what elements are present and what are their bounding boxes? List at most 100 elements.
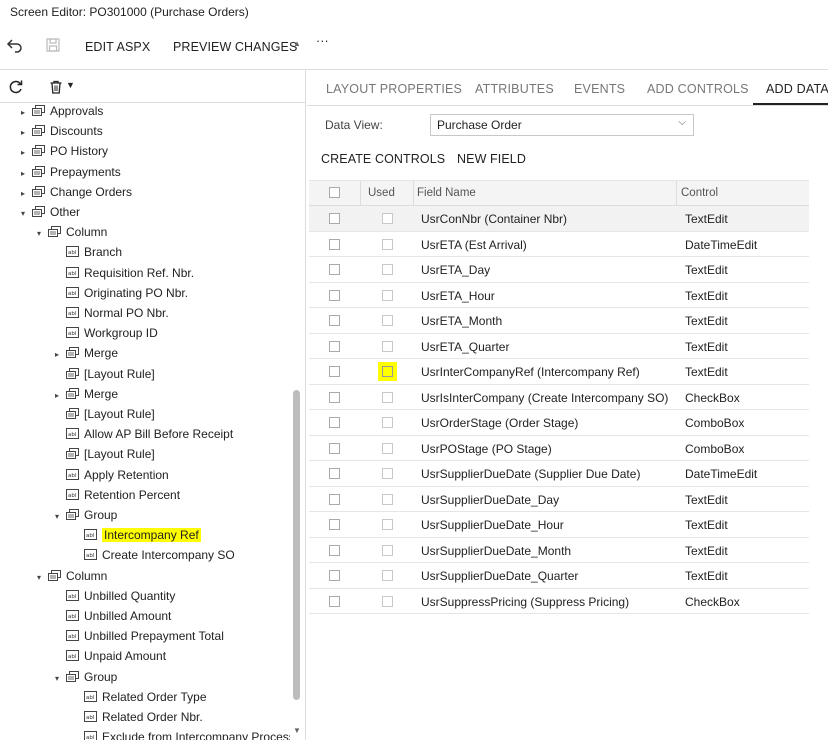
scroll-down-arrow-icon[interactable]: ▼ — [293, 726, 301, 735]
tab-events[interactable]: EVENTS — [574, 82, 625, 96]
expand-arrow-icon[interactable]: ▸ — [52, 345, 62, 365]
tab-add-data-fields[interactable]: ADD DATA F — [766, 82, 828, 96]
tree-node[interactable]: ▾ Group — [52, 505, 117, 525]
table-row[interactable]: UsrETA_Month TextEdit — [309, 308, 809, 334]
tree-node[interactable]: ▾ Group — [52, 667, 117, 687]
row-select-checkbox[interactable] — [329, 238, 340, 250]
row-select-checkbox[interactable] — [329, 391, 340, 403]
row-select-checkbox[interactable] — [329, 468, 340, 479]
tree-scroll-thumb[interactable] — [293, 390, 300, 700]
expand-arrow-icon[interactable]: ▸ — [18, 184, 28, 204]
preview-changes-button[interactable]: PREVIEW CHANGES — [173, 40, 297, 54]
tree-node[interactable]: abl Intercompany Ref — [70, 525, 201, 545]
edit-aspx-button[interactable]: EDIT ASPX — [85, 40, 150, 54]
table-row[interactable]: UsrConNbr (Container Nbr) TextEdit — [309, 206, 809, 232]
expand-arrow-icon[interactable]: ▸ — [18, 123, 28, 143]
tab-attributes[interactable]: ATTRIBUTES — [475, 82, 554, 96]
expand-arrow-icon[interactable]: ▸ — [18, 143, 28, 163]
tree-node[interactable]: ▸ Merge — [52, 384, 118, 404]
tree-node[interactable]: abl Allow AP Bill Before Receipt — [52, 424, 233, 444]
more-menu-button[interactable]: ··· — [316, 34, 329, 48]
table-row[interactable]: UsrETA_Quarter TextEdit — [309, 334, 809, 359]
tree-node[interactable]: abl Create Intercompany SO — [70, 545, 235, 565]
row-select-checkbox[interactable] — [329, 213, 340, 224]
tree-node[interactable]: abl Unbilled Quantity — [52, 586, 175, 606]
table-row[interactable]: UsrSupplierDueDate (Supplier Due Date) Da… — [309, 461, 809, 487]
table-row[interactable]: UsrETA_Hour TextEdit — [309, 283, 809, 308]
tab-add-controls[interactable]: ADD CONTROLS — [647, 82, 749, 96]
expand-arrow-icon[interactable]: ▸ — [18, 103, 28, 123]
column-header-control[interactable]: Control — [681, 187, 718, 199]
table-row[interactable]: UsrSupplierDueDate_Quarter TextEdit — [309, 563, 809, 589]
tree-node[interactable]: ▸ PO History — [18, 141, 108, 161]
row-select-checkbox[interactable] — [329, 544, 340, 556]
table-row[interactable]: UsrETA_Day TextEdit — [309, 257, 809, 283]
row-select-checkbox[interactable] — [329, 595, 340, 607]
column-header-used[interactable]: Used — [368, 187, 395, 199]
row-select-checkbox[interactable] — [329, 366, 340, 377]
tree-node[interactable]: abl Exclude from Intercompany Processir — [70, 727, 290, 740]
tree-node[interactable]: ▸ Change Orders — [18, 182, 132, 202]
tree-node[interactable]: abl Apply Retention — [52, 465, 169, 485]
new-field-button[interactable]: NEW FIELD — [457, 152, 526, 166]
tree-node[interactable]: abl Related Order Type — [70, 687, 207, 707]
row-select-checkbox[interactable] — [329, 264, 340, 275]
select-all-checkbox[interactable] — [329, 187, 340, 198]
tree-node[interactable]: abl Unbilled Prepayment Total — [52, 626, 224, 646]
row-select-checkbox[interactable] — [329, 315, 340, 326]
expand-arrow-icon[interactable]: ▸ — [18, 164, 28, 184]
tree-node[interactable]: abl Requisition Ref. Nbr. — [52, 263, 194, 283]
tree-node[interactable]: ▸ Prepayments — [18, 162, 121, 182]
tree-node[interactable]: ▸ Merge — [52, 343, 118, 363]
tree-node[interactable]: ▸ Discounts — [18, 121, 103, 141]
tree-node[interactable]: ▾ Other — [18, 202, 80, 222]
table-row[interactable]: UsrSupplierDueDate_Day TextEdit — [309, 487, 809, 512]
row-select-checkbox[interactable] — [329, 289, 340, 301]
tab-layout-properties[interactable]: LAYOUT PROPERTIES — [326, 82, 462, 96]
tree-node[interactable]: abl Unpaid Amount — [52, 646, 166, 666]
tree-node[interactable]: abl Retention Percent — [52, 485, 180, 505]
collapse-arrow-icon[interactable]: ▾ — [18, 204, 28, 224]
collapse-arrow-icon[interactable]: ▾ — [52, 669, 62, 689]
collapse-arrow-icon[interactable]: ▾ — [34, 224, 44, 244]
tree-node[interactable]: abl Unbilled Amount — [52, 606, 171, 626]
row-select-checkbox[interactable] — [329, 442, 340, 454]
column-header-field-name[interactable]: Field Name — [417, 187, 476, 199]
table-row[interactable]: UsrInterCompanyRef (Intercompany Ref) Tex… — [309, 359, 809, 385]
tree-node[interactable]: [Layout Rule] — [52, 404, 155, 424]
data-view-select[interactable]: Purchase Order ⌵ — [430, 114, 694, 136]
table-row[interactable]: UsrOrderStage (Order Stage) ComboBox — [309, 410, 809, 436]
tree-node[interactable]: ▾ Column — [34, 222, 107, 242]
save-icon[interactable] — [45, 37, 61, 53]
create-controls-button[interactable]: CREATE CONTROLS — [321, 152, 445, 166]
tree-node[interactable]: [Layout Rule] — [52, 444, 155, 464]
tree-node[interactable]: ▾ Column — [34, 566, 107, 586]
tree-node[interactable]: [Layout Rule] — [52, 364, 155, 384]
row-select-checkbox[interactable] — [329, 519, 340, 530]
table-row[interactable]: UsrIsInterCompany (Create Intercompany S… — [309, 385, 809, 410]
table-row[interactable]: UsrSupplierDueDate_Hour TextEdit — [309, 512, 809, 538]
table-row[interactable]: UsrETA (Est Arrival) DateTimeEdit — [309, 232, 809, 257]
table-row[interactable]: UsrSuppressPricing (Suppress Pricing) Che… — [309, 589, 809, 614]
tree-node[interactable]: abl Workgroup ID — [52, 323, 158, 343]
tree-node[interactable]: ▸ Approvals — [18, 103, 103, 121]
tree-node[interactable]: abl Branch — [52, 242, 122, 262]
tree-node[interactable]: abl Related Order Nbr. — [70, 707, 203, 727]
undo-icon[interactable] — [6, 36, 24, 54]
table-row[interactable]: UsrPOStage (PO Stage) ComboBox — [309, 436, 809, 461]
expand-arrow-icon[interactable]: ▸ — [52, 386, 62, 406]
collapse-arrow-icon[interactable]: ▾ — [52, 507, 62, 527]
refresh-icon[interactable] — [8, 79, 24, 95]
chevron-down-icon[interactable]: ▼ — [66, 80, 75, 90]
trash-icon[interactable] — [48, 79, 64, 95]
table-row[interactable]: UsrSupplierDueDate_Month TextEdit — [309, 538, 809, 563]
row-select-checkbox[interactable] — [329, 417, 340, 428]
scroll-up-arrow-icon[interactable]: ▲ — [293, 39, 301, 48]
row-select-checkbox[interactable] — [329, 570, 340, 581]
used-checkbox — [382, 570, 393, 581]
row-select-checkbox[interactable] — [329, 493, 340, 505]
collapse-arrow-icon[interactable]: ▾ — [34, 568, 44, 588]
tree-node[interactable]: abl Originating PO Nbr. — [52, 283, 188, 303]
row-select-checkbox[interactable] — [329, 340, 340, 352]
tree-node[interactable]: abl Normal PO Nbr. — [52, 303, 169, 323]
